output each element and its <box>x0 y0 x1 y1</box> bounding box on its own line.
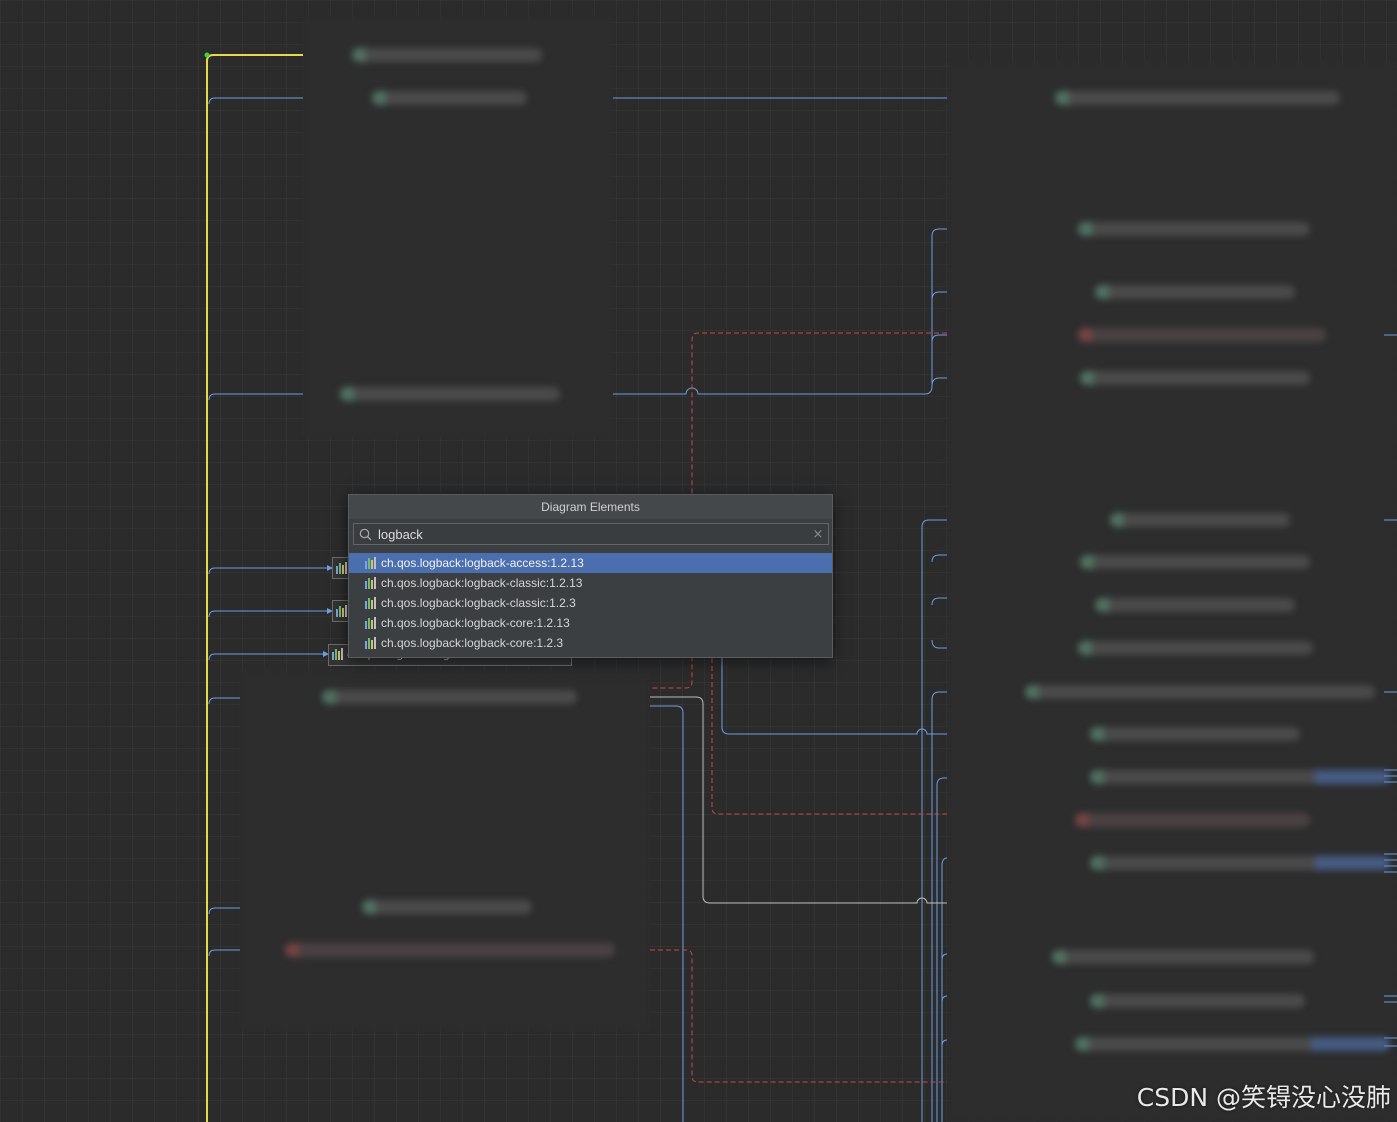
search-icon <box>354 524 376 544</box>
result-label: ch.qos.logback:logback-access:1.2.13 <box>381 556 584 570</box>
blurred-dependency-node <box>1078 328 1326 342</box>
blurred-dependency-node <box>1078 222 1310 236</box>
library-icon <box>365 637 376 649</box>
result-item[interactable]: ch.qos.logback:logback-access:1.2.13 <box>349 553 832 573</box>
blurred-dependency-node <box>1055 91 1340 105</box>
result-label: ch.qos.logback:logback-classic:1.2.13 <box>381 576 583 590</box>
blurred-dependency-node <box>1090 856 1390 870</box>
blurred-dependency-node <box>1080 371 1310 385</box>
diagram-elements-popup: Diagram Elements logback × ch.qos.logbac… <box>348 494 833 658</box>
library-icon <box>336 562 347 574</box>
library-icon <box>332 648 343 660</box>
library-icon <box>336 605 347 617</box>
result-label: ch.qos.logback:logback-core:1.2.13 <box>381 616 570 630</box>
result-item[interactable]: ch.qos.logback:logback-classic:1.2.13 <box>349 573 832 593</box>
search-field[interactable]: logback × <box>353 523 829 545</box>
blurred-dependency-node <box>285 943 615 957</box>
blurred-dependency-node <box>372 91 527 105</box>
result-label: ch.qos.logback:logback-classic:1.2.3 <box>381 596 576 610</box>
blurred-dependency-node <box>1052 950 1314 964</box>
library-icon <box>365 597 376 609</box>
result-item[interactable]: ch.qos.logback:logback-core:1.2.3 <box>349 633 832 653</box>
blurred-dependency-node <box>1090 770 1390 784</box>
blurred-dependency-node <box>1080 555 1310 569</box>
library-icon <box>365 617 376 629</box>
blurred-dependency-node <box>352 48 542 62</box>
clear-icon[interactable]: × <box>808 527 828 542</box>
result-list: ch.qos.logback:logback-access:1.2.13 ch.… <box>349 553 832 653</box>
result-item[interactable]: ch.qos.logback:logback-core:1.2.13 <box>349 613 832 633</box>
result-label: ch.qos.logback:logback-core:1.2.3 <box>381 636 564 650</box>
popup-title: Diagram Elements <box>349 495 832 519</box>
blurred-dependency-node <box>1110 513 1290 527</box>
blurred-dependency-node <box>1095 285 1295 299</box>
blurred-dependency-node <box>1090 727 1300 741</box>
blurred-dependency-node <box>322 690 577 704</box>
blurred-dependency-node <box>1090 994 1305 1008</box>
blurred-dependency-node <box>362 900 532 914</box>
dependency-diagram-canvas[interactable]: ch.qos.logback:logback-access:1.2.13 Dia… <box>0 0 1397 1122</box>
blurred-dependency-node <box>1025 685 1375 699</box>
library-icon <box>365 557 376 569</box>
library-icon <box>365 577 376 589</box>
blurred-dependency-node <box>1095 598 1295 612</box>
search-input[interactable]: logback <box>376 527 808 542</box>
blurred-dependency-node <box>340 387 560 401</box>
blurred-dependency-node <box>1075 813 1310 827</box>
blurred-dependency-node <box>1078 641 1313 655</box>
result-item[interactable]: ch.qos.logback:logback-classic:1.2.3 <box>349 593 832 613</box>
blurred-dependency-node <box>1075 1037 1390 1051</box>
watermark: CSDN @笑锝没心没肺 <box>1136 1083 1391 1112</box>
